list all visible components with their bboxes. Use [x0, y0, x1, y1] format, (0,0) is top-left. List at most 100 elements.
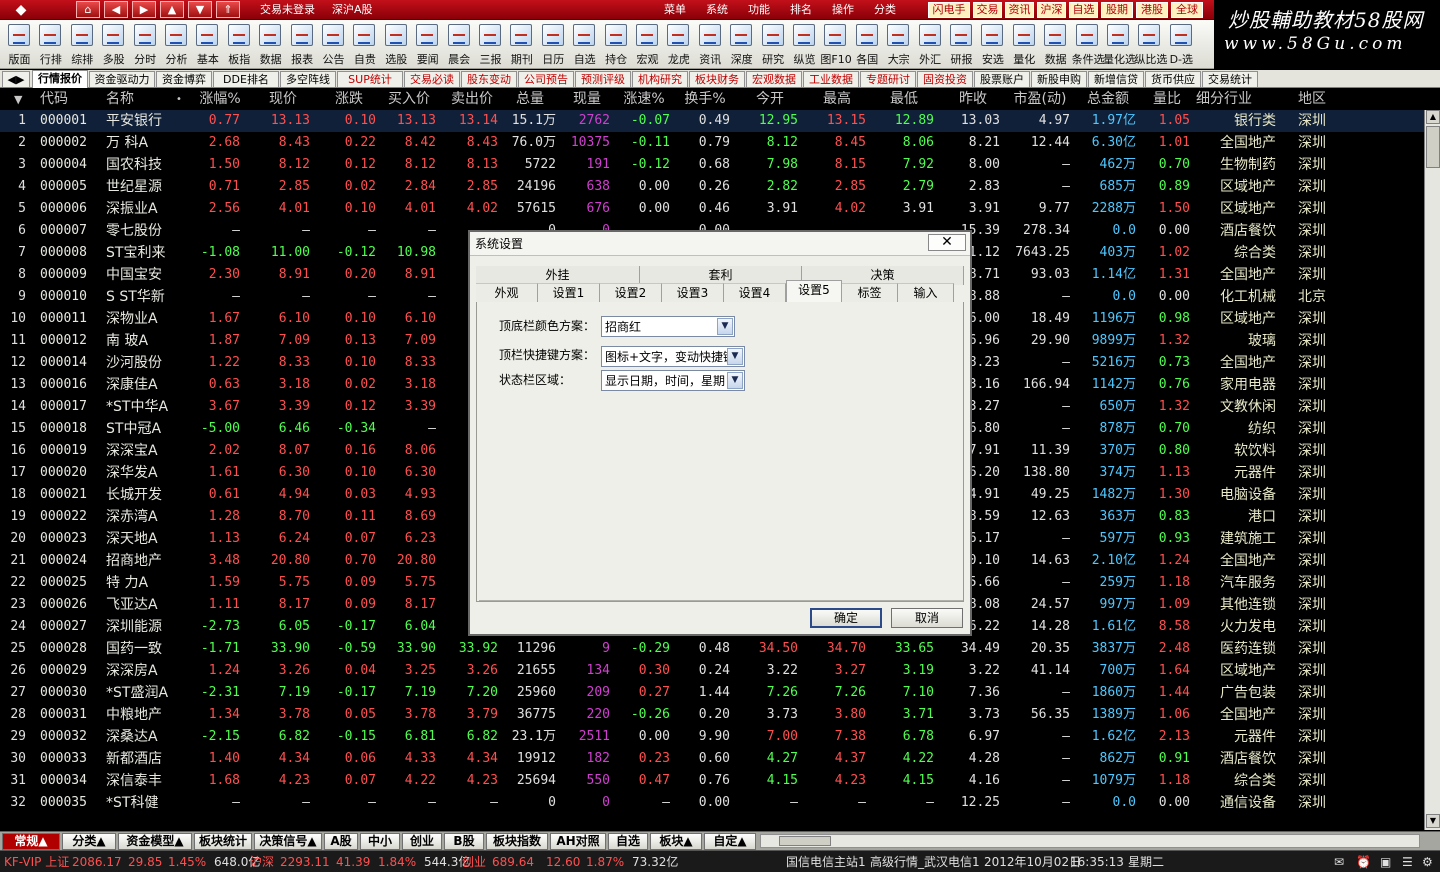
table-row[interactable]: 32 000035 *ST科健 — — — — — 0 0 — 0.00 — — — 12.25 — 0.0 0.0…	[0, 792, 1424, 814]
status-area-select[interactable]: 显示日期，时间，星期 ▼	[601, 370, 745, 391]
page-tab[interactable]: 机构研究	[632, 71, 688, 87]
alarm-icon[interactable]: ⏰	[1356, 854, 1371, 870]
quick-button-watchlist[interactable]: 自选	[1069, 2, 1098, 18]
login-status[interactable]: 交易未登录	[260, 3, 315, 17]
page-tab[interactable]: 新增信贷	[1088, 71, 1144, 87]
lock-icon[interactable]: ▣	[1380, 854, 1391, 870]
menu-item-operation[interactable]: 操作	[832, 3, 854, 17]
column-header[interactable]: 名称	[106, 91, 184, 108]
tab-appearance[interactable]: 外观	[476, 283, 538, 302]
page-tab[interactable]: 专题研讨	[860, 71, 916, 87]
bottom-tab[interactable]: AH对照	[550, 833, 606, 850]
tool-button[interactable]: 数据	[255, 22, 286, 67]
back-icon[interactable]: ◀	[104, 1, 128, 18]
page-tab[interactable]: 交易必读	[404, 71, 460, 87]
table-row[interactable]: 3 000004 国农科技 1.50 8.12 0.12 8.12 8.13 5722 191 -0…	[0, 154, 1424, 176]
sh-label[interactable]: KF-VIP 上证	[4, 854, 69, 870]
tool-button[interactable]: 要闻	[412, 22, 443, 67]
quick-button-news[interactable]: 资讯	[1005, 2, 1034, 18]
table-row[interactable]: 4 000005 世纪星源 0.71 2.85 0.02 2.84 2.85 24196 638 0…	[0, 176, 1424, 198]
column-header[interactable]: 量比	[1140, 91, 1194, 108]
page-tab[interactable]: 多空阵线	[280, 71, 336, 87]
table-row[interactable]: 28 000031 中粮地产 1.34 3.78 0.05 3.78 3.79 36775 220…	[0, 704, 1424, 726]
page-tab[interactable]: 交易统计	[1202, 71, 1258, 87]
page-tab[interactable]: 行情报价	[32, 70, 88, 88]
page-tab[interactable]: 预测评级	[575, 71, 631, 87]
tool-button[interactable]: 大宗	[883, 22, 914, 67]
table-row[interactable]: 25 000028 国药一致 -1.71 33.90 -0.59 33.90 33.92 112…	[0, 638, 1424, 660]
menu-item-category[interactable]: 分类	[874, 3, 896, 17]
close-icon[interactable]: ✕	[928, 234, 966, 251]
app-logo-icon[interactable]: ◆	[4, 2, 38, 18]
chat-icon[interactable]: ☰	[1402, 854, 1413, 870]
tool-button[interactable]: 分析	[161, 22, 192, 67]
table-row[interactable]: 27 000030 *ST盛润A -2.31 7.19 -0.17 7.19 7.20 2596…	[0, 682, 1424, 704]
dialog-title-bar[interactable]: 系统设置 ✕	[470, 232, 970, 256]
tab-setting3[interactable]: 设置3	[662, 283, 724, 302]
chevron-down-icon[interactable]: ▼	[727, 348, 743, 365]
scroll-thumb[interactable]	[1426, 126, 1440, 168]
cancel-button[interactable]: 取消	[891, 608, 963, 628]
tool-button[interactable]: 外汇	[915, 22, 946, 67]
horizontal-scrollbar[interactable]	[760, 834, 1420, 848]
tool-button[interactable]: 持仓	[601, 22, 632, 67]
scroll-down-icon[interactable]: ▼	[1426, 814, 1440, 828]
tool-button[interactable]: 综排	[67, 22, 98, 67]
tool-button[interactable]: 各国	[852, 22, 883, 67]
column-header[interactable]: 最低	[870, 91, 938, 108]
column-header[interactable]: 涨幅%	[196, 91, 244, 108]
menu-item-system[interactable]: 系统	[706, 3, 728, 17]
bottom-tab[interactable]: 决策信号▲	[254, 833, 322, 850]
tool-button[interactable]: D-选	[1166, 22, 1197, 67]
tool-button[interactable]: 宏观	[632, 22, 663, 67]
tool-button[interactable]: 数据	[1040, 22, 1071, 67]
page-tab[interactable]: 新股申购	[1031, 71, 1087, 87]
table-row[interactable]: 1 000001 平安银行 0.77 13.13 0.10 13.13 13.14 15.1万 2…	[0, 110, 1424, 132]
column-header[interactable]: 市盈(动)	[1006, 91, 1074, 108]
page-tab[interactable]: 股东变动	[461, 71, 517, 87]
column-header[interactable]: 今开	[738, 91, 802, 108]
tool-button[interactable]: 选股	[381, 22, 412, 67]
tool-button[interactable]: 分时	[130, 22, 161, 67]
tool-button[interactable]: 公告	[318, 22, 349, 67]
page-tab[interactable]: 公司预告	[518, 71, 574, 87]
tool-button[interactable]: 量化选	[1103, 22, 1136, 67]
tool-button[interactable]: 纵比选	[1134, 22, 1167, 67]
quick-button-shsz[interactable]: 沪深	[1037, 2, 1066, 18]
down-icon[interactable]: ▼	[188, 1, 212, 18]
page-tab[interactable]: 宏观数据	[746, 71, 802, 87]
column-header[interactable]: 最高	[804, 91, 870, 108]
page-tab[interactable]: DDE排名	[213, 71, 279, 87]
scroll-up-icon[interactable]: ▲	[1426, 110, 1440, 124]
tool-button[interactable]: 研报	[946, 22, 977, 67]
chevron-down-icon[interactable]: ▼	[727, 372, 743, 389]
bottom-tab[interactable]: 中小	[360, 833, 400, 850]
table-row[interactable]: 30 000033 新都酒店 1.40 4.34 0.06 4.33 4.34 19912 182…	[0, 748, 1424, 770]
tool-button[interactable]: 龙虎	[663, 22, 694, 67]
shortcut-scheme-select[interactable]: 图标+文字，变动快捷键 ▼	[601, 346, 745, 367]
collapse-icon[interactable]: ⇑	[216, 1, 240, 18]
bottom-tab[interactable]: 板块统计	[194, 833, 252, 850]
column-header[interactable]: 代码	[40, 91, 100, 108]
tool-button[interactable]: 期刊	[506, 22, 537, 67]
bottom-tab[interactable]: 板块▲	[650, 833, 702, 850]
tab-setting5[interactable]: 设置5	[786, 280, 842, 303]
page-tab[interactable]: 股票账户	[974, 71, 1030, 87]
up-icon[interactable]: ▲	[160, 1, 184, 18]
header-menu-icon[interactable]: ▼	[14, 91, 22, 108]
tool-button[interactable]: 晨会	[444, 22, 475, 67]
tool-button[interactable]: 日历	[538, 22, 569, 67]
quick-button-flash[interactable]: 闪电手	[928, 2, 970, 18]
server-name[interactable]: 国信电信主站1	[786, 854, 866, 870]
bottom-tab[interactable]: 板块指数	[486, 833, 548, 850]
table-row[interactable]: 5 000006 深振业A 2.56 4.01 0.10 4.01 4.02 57615 676 0…	[0, 198, 1424, 220]
tool-button[interactable]: 图F10	[820, 22, 852, 67]
tool-button[interactable]: 报表	[287, 22, 318, 67]
page-tab[interactable]: 工业数据	[803, 71, 859, 87]
menu-item-function[interactable]: 功能	[748, 3, 770, 17]
page-tab[interactable]: SUP统计	[337, 71, 403, 87]
column-header[interactable]: 现价	[252, 91, 314, 108]
column-header[interactable]: 总金额	[1076, 91, 1140, 108]
ok-button[interactable]: 确定	[810, 608, 882, 628]
sz-label[interactable]: 沪深	[250, 854, 274, 870]
